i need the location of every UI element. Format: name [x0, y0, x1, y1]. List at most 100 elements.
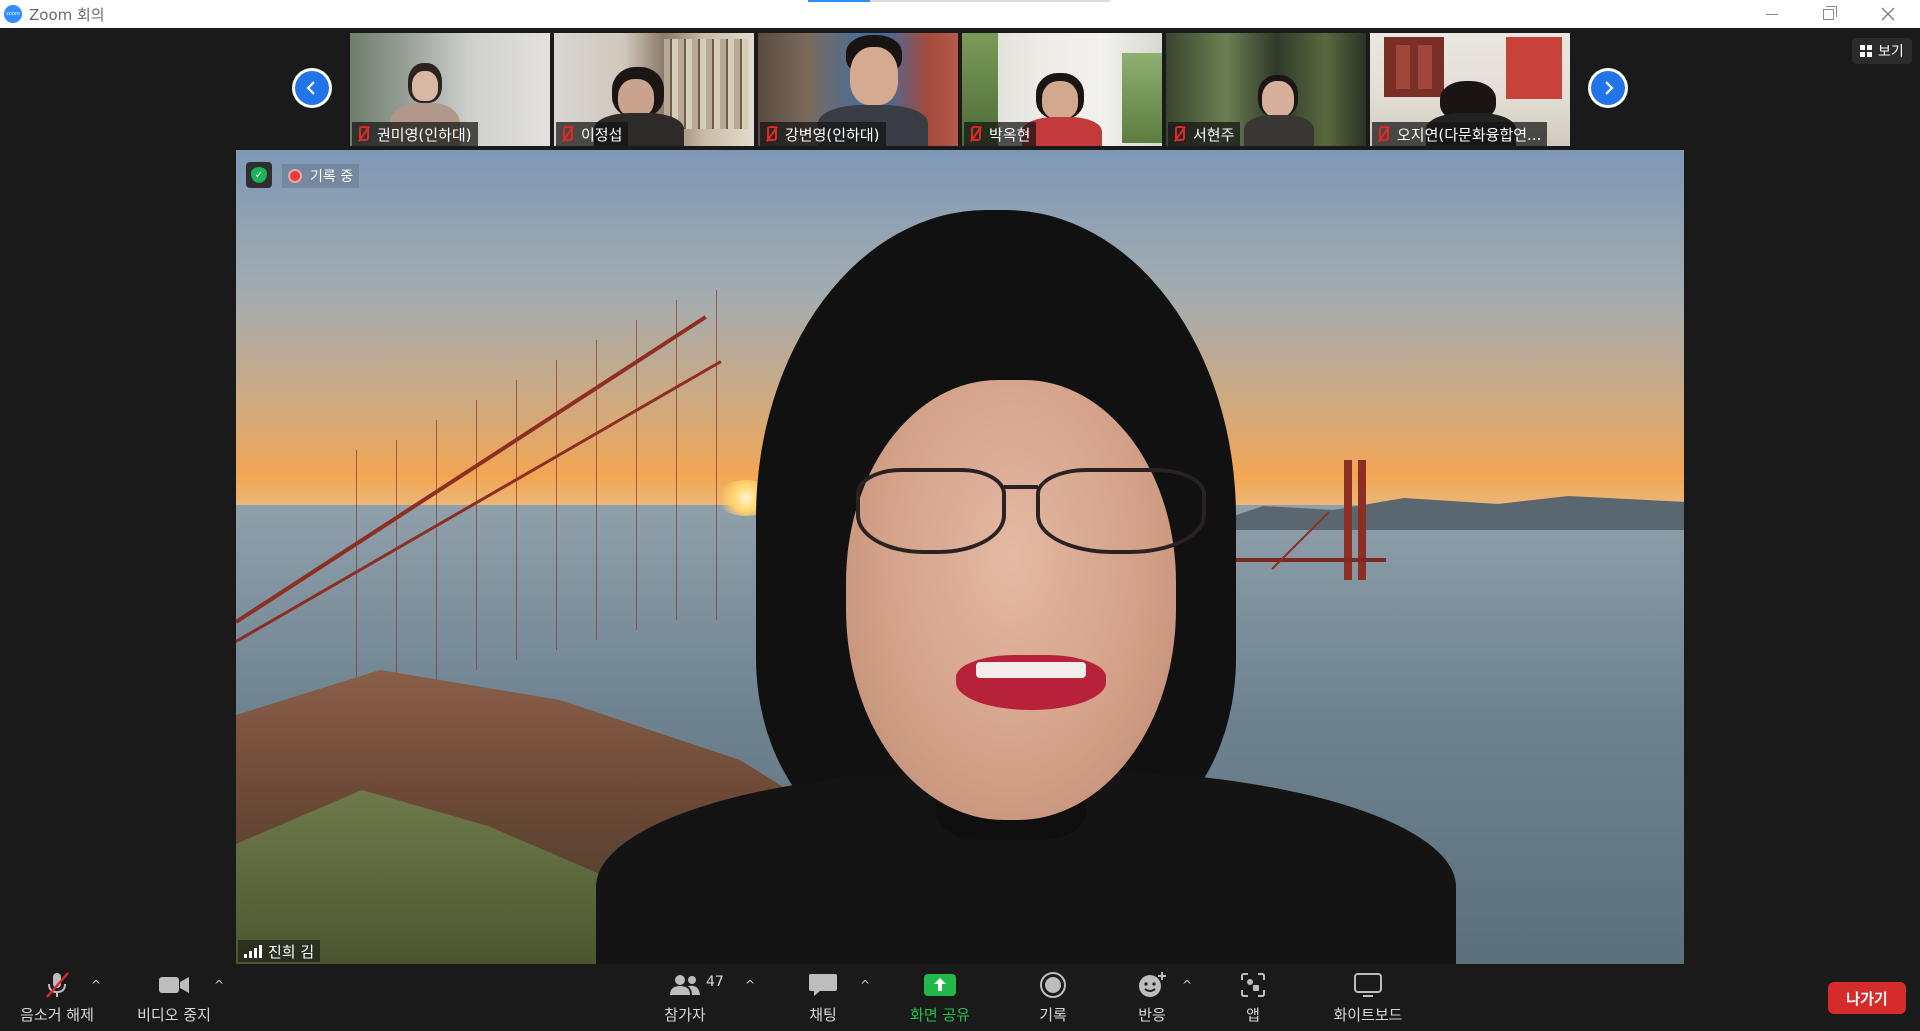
leave-meeting-button[interactable]: 나가기: [1828, 982, 1906, 1014]
bridge-hanger: [396, 440, 397, 690]
participants-options-caret[interactable]: ^: [745, 978, 755, 992]
stop-video-label: 비디오 중지: [137, 1006, 211, 1024]
reaction-smiley-icon: [1139, 972, 1166, 997]
security-shield-button[interactable]: ✓: [246, 162, 272, 188]
signal-strength-icon: [244, 944, 262, 958]
participant-count: 47: [706, 974, 724, 990]
whiteboard-icon: [1354, 973, 1382, 997]
bridge-tower: [1344, 460, 1352, 580]
glasses-lens-left: [856, 468, 1006, 554]
apps-label: 앱: [1246, 1006, 1260, 1024]
top-progress-indicator: [808, 0, 1110, 2]
participant-name-tag: 박옥현: [964, 122, 1037, 146]
bridge-tower: [1358, 460, 1366, 580]
window-title: Zoom 회의: [29, 5, 105, 24]
participants-icon: [670, 975, 700, 995]
title-bar: zoom Zoom 회의: [0, 0, 1920, 28]
participant-name-tag: 오지연(다문화융합연...: [1372, 122, 1548, 146]
participant-tile[interactable]: 이정섭: [554, 33, 754, 146]
mic-muted-icon: [763, 125, 779, 143]
speaker-name-tag: 진희 김: [238, 940, 321, 962]
recording-dot-icon: [288, 169, 302, 183]
bridge-hanger: [676, 300, 677, 620]
mic-muted-icon: [46, 972, 69, 998]
zoom-logo-icon: zoom: [4, 5, 22, 23]
stop-video-button[interactable]: 비디오 중지: [132, 964, 216, 1031]
participant-name-tag: 권미영(인하대): [352, 122, 478, 146]
participant-name: 오지연(다문화융합연...: [1397, 125, 1542, 144]
participant-name: 서현주: [1193, 125, 1235, 144]
share-screen-icon: [924, 974, 956, 996]
speaker-face: [846, 380, 1176, 820]
bridge-hanger: [476, 400, 477, 670]
glasses-lens-right: [1036, 468, 1206, 554]
chat-label: 채팅: [809, 1006, 837, 1024]
next-page-button[interactable]: [1588, 68, 1628, 108]
bridge-hanger: [596, 340, 597, 640]
chat-options-caret[interactable]: ^: [860, 978, 870, 992]
view-button[interactable]: 보기: [1852, 38, 1912, 64]
participant-name: 박옥현: [989, 125, 1031, 144]
share-screen-button[interactable]: 화면 공유: [900, 964, 980, 1031]
minimize-icon: [1766, 13, 1778, 15]
participants-label: 참가자: [664, 1006, 706, 1024]
record-button[interactable]: 기록: [1022, 964, 1084, 1031]
view-button-label: 보기: [1878, 44, 1904, 60]
whiteboard-button[interactable]: 화이트보드: [1318, 964, 1418, 1031]
chevron-right-icon: [1605, 81, 1614, 95]
participant-tile[interactable]: 오지연(다문화융합연...: [1370, 33, 1570, 146]
record-label: 기록: [1039, 1006, 1067, 1024]
previous-page-button[interactable]: [292, 68, 332, 108]
meeting-toolbar: 음소거 해제 ^ 비디오 중지 ^ 참가자 47 ^ 채팅 ^ 화면 공유 기록…: [0, 964, 1920, 1031]
unmute-label: 음소거 해제: [20, 1006, 94, 1024]
speaker-name: 진희 김: [268, 942, 315, 961]
bridge-hanger: [636, 320, 637, 630]
participant-tile[interactable]: 서현주: [1166, 33, 1366, 146]
reactions-label: 반응: [1138, 1006, 1166, 1024]
restore-icon: [1822, 5, 1837, 20]
mic-muted-icon: [967, 125, 983, 143]
reactions-options-caret[interactable]: ^: [1182, 978, 1192, 992]
participant-name-tag: 강변영(인하대): [760, 122, 886, 146]
restore-button[interactable]: [1808, 0, 1848, 28]
mic-muted-icon: [355, 125, 371, 143]
participant-thumbnail-strip: 권미영(인하대) 이정섭 강변영(인하대) 박옥현 서현주 오지연(다문화융합연…: [0, 33, 1920, 147]
video-options-caret[interactable]: ^: [214, 978, 224, 992]
recording-label: 기록 중: [310, 169, 354, 185]
reactions-button[interactable]: 반응: [1122, 964, 1182, 1031]
close-button[interactable]: [1868, 0, 1908, 28]
participant-name: 권미영(인하대): [377, 125, 472, 144]
mic-muted-icon: [1171, 125, 1187, 143]
glasses-bridge: [1004, 485, 1038, 489]
participant-name: 이정섭: [581, 125, 623, 144]
bridge-hanger: [356, 450, 357, 680]
grid-view-icon: [1860, 45, 1872, 57]
minimize-button[interactable]: [1752, 0, 1792, 28]
chevron-left-icon: [306, 81, 315, 95]
participant-tile[interactable]: 권미영(인하대): [350, 33, 550, 146]
bridge-hanger: [716, 290, 717, 620]
mic-muted-icon: [1375, 125, 1391, 143]
apps-button[interactable]: 앱: [1230, 964, 1276, 1031]
whiteboard-label: 화이트보드: [1333, 1006, 1403, 1024]
audio-options-caret[interactable]: ^: [91, 978, 101, 992]
participant-tile[interactable]: 강변영(인하대): [758, 33, 958, 146]
participant-name: 강변영(인하대): [785, 125, 880, 144]
speaker-teeth: [976, 662, 1086, 678]
bridge-hanger: [436, 420, 437, 680]
participant-name-tag: 서현주: [1168, 122, 1241, 146]
recording-indicator[interactable]: 기록 중: [282, 164, 360, 188]
apps-icon: [1241, 973, 1265, 997]
mic-muted-icon: [559, 125, 575, 143]
active-speaker-video: ✓ 기록 중 진희 김: [236, 150, 1684, 964]
chat-button[interactable]: 채팅: [790, 964, 856, 1031]
bridge-hanger: [556, 360, 557, 650]
close-icon: [1881, 7, 1895, 21]
video-background-far-shore: [1216, 496, 1684, 530]
video-camera-icon: [159, 977, 189, 993]
shield-check-icon: ✓: [251, 167, 267, 183]
unmute-button[interactable]: 음소거 해제: [14, 964, 100, 1031]
share-screen-label: 화면 공유: [910, 1006, 970, 1024]
record-icon: [1040, 972, 1066, 998]
participant-tile[interactable]: 박옥현: [962, 33, 1162, 146]
